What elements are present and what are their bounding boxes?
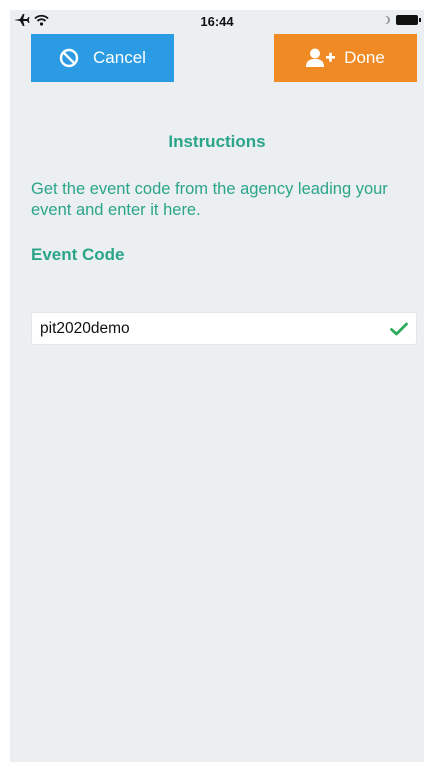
cancel-button-label: Cancel	[93, 48, 146, 67]
status-time: 16:44	[200, 14, 234, 29]
battery-icon	[396, 15, 421, 25]
event-code-input[interactable]: pit2020demo	[31, 312, 417, 345]
instructions-text: Get the event code from the agency leadi…	[31, 180, 388, 219]
app-screen: 16:44 Cancel Done Instructions Get the e…	[10, 10, 424, 762]
instructions-title: Instructions	[168, 132, 266, 151]
cancel-button[interactable]: Cancel	[31, 34, 174, 82]
event-code-label: Event Code	[31, 245, 125, 264]
status-bar: 16:44	[10, 10, 424, 34]
no-entry-icon	[59, 48, 79, 68]
moon-icon	[382, 16, 390, 24]
add-user-icon	[306, 48, 336, 68]
event-code-value: pit2020demo	[40, 319, 130, 337]
status-right-icons	[382, 15, 421, 25]
done-button-label: Done	[344, 48, 385, 67]
done-button[interactable]: Done	[274, 34, 417, 82]
check-icon	[390, 322, 408, 336]
